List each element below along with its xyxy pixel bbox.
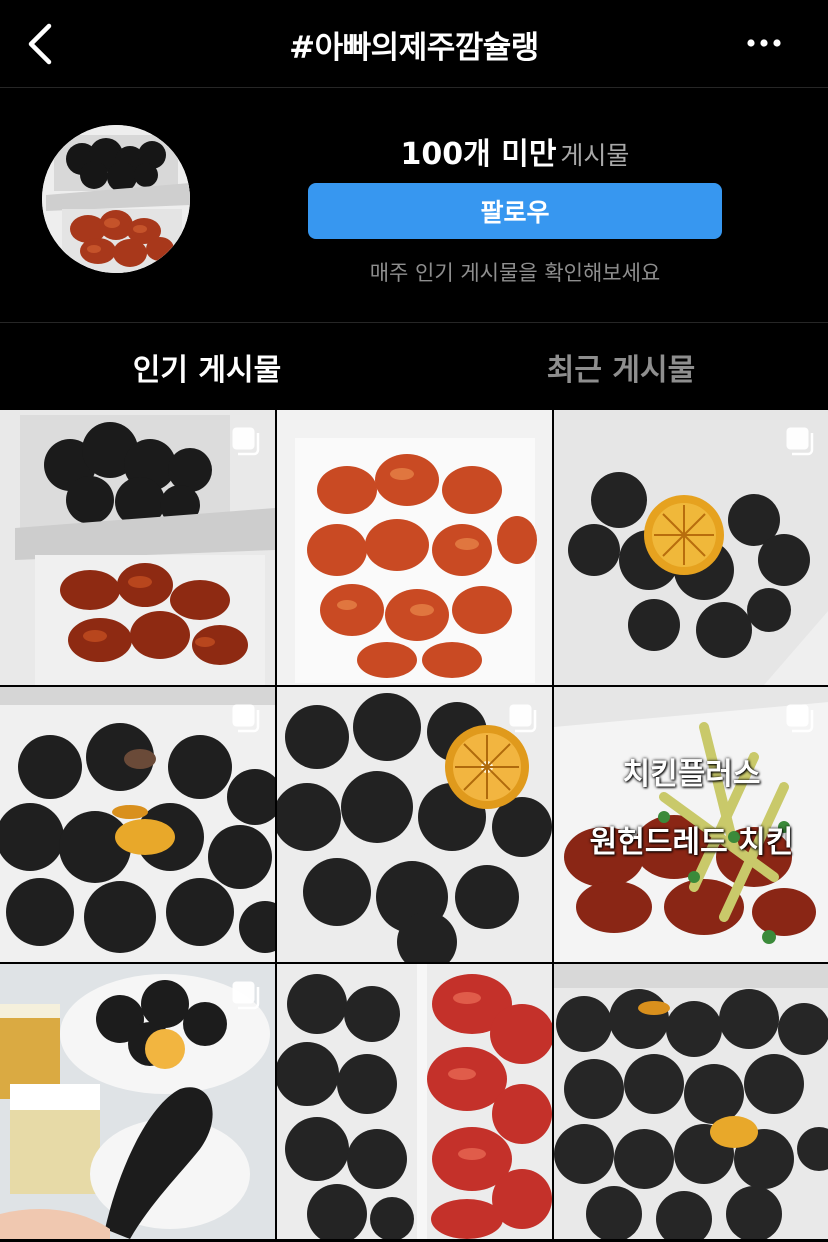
multiple-photos-icon — [509, 704, 537, 733]
page-title: #아빠의제주깜슐랭 — [289, 30, 539, 66]
multiple-photos-icon — [232, 981, 260, 1010]
post-tabs: 인기 게시물 최근 게시물 — [0, 324, 828, 410]
post-grid: 치킨플러스 원헌드레드 치킨 — [0, 410, 828, 1242]
post-overlay-text-1: 치킨플러스 — [622, 757, 761, 792]
weekly-helper-text: 매주 인기 게시물을 확인해보세요 — [369, 261, 661, 285]
post-photo — [277, 410, 552, 685]
grid-post[interactable] — [554, 964, 828, 1239]
post-count-label: 게시물 — [560, 141, 630, 170]
post-photo — [277, 964, 552, 1239]
grid-post[interactable] — [277, 410, 552, 685]
post-overlay-text-2: 원헌드레드 치킨 — [589, 825, 794, 860]
post-count: 100개 미만 게시물 — [308, 129, 722, 173]
tab-top-posts[interactable]: 인기 게시물 — [0, 324, 414, 410]
grid-post[interactable] — [277, 687, 552, 962]
hashtag-summary: 100개 미만 게시물 팔로우 매주 인기 게시물을 확인해보세요 — [0, 89, 828, 323]
post-count-value: 100개 미만 — [400, 137, 557, 172]
follow-button[interactable]: 팔로우 — [308, 183, 722, 239]
grid-post[interactable] — [554, 410, 828, 685]
multiple-photos-icon — [786, 704, 814, 733]
multiple-photos-icon — [232, 427, 260, 456]
grid-post[interactable] — [0, 687, 275, 962]
grid-post[interactable] — [277, 964, 552, 1239]
more-options-button[interactable] — [736, 26, 792, 60]
multiple-photos-icon — [786, 427, 814, 456]
grid-post[interactable] — [0, 410, 275, 685]
post-photo — [554, 964, 828, 1239]
tab-recent-posts[interactable]: 최근 게시물 — [414, 324, 828, 410]
grid-post[interactable]: 치킨플러스 원헌드레드 치킨 — [554, 687, 828, 962]
multiple-photos-icon — [232, 704, 260, 733]
more-horizontal-icon — [747, 39, 781, 47]
top-bar: #아빠의제주깜슐랭 — [0, 0, 828, 88]
grid-post[interactable] — [0, 964, 275, 1239]
hashtag-avatar — [42, 125, 190, 273]
